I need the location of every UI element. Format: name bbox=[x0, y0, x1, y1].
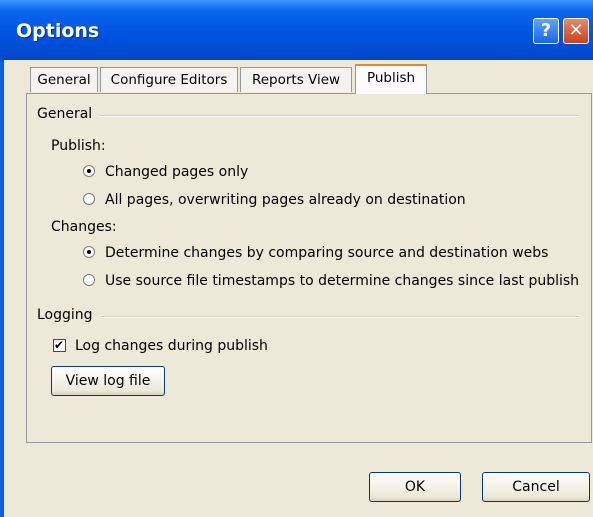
checkbox-checked-icon bbox=[53, 337, 66, 353]
publish-panel: General Publish: Changed pages only All … bbox=[26, 93, 592, 443]
radio-label: Use source file timestamps to determine … bbox=[105, 273, 580, 289]
ok-button[interactable]: OK bbox=[369, 472, 461, 502]
radio-compare-webs[interactable]: Determine changes by comparing source an… bbox=[83, 245, 548, 261]
view-log-file-button[interactable]: View log file bbox=[51, 366, 165, 396]
cancel-button[interactable]: Cancel bbox=[482, 472, 590, 502]
checkbox-label: Log changes during publish bbox=[75, 338, 268, 354]
title-bar[interactable]: Options ? ✕ bbox=[0, 0, 593, 60]
log-changes-checkbox[interactable]: Log changes during publish bbox=[53, 337, 268, 354]
general-group-divider bbox=[99, 115, 579, 117]
logging-group-divider bbox=[101, 316, 579, 318]
radio-selected-icon bbox=[83, 246, 95, 258]
tab-configure-editors[interactable]: Configure Editors bbox=[100, 67, 238, 92]
radio-label: All pages, overwriting pages already on … bbox=[105, 192, 466, 208]
general-group-title: General bbox=[37, 106, 93, 122]
radio-empty-icon bbox=[83, 193, 95, 205]
tab-publish[interactable]: Publish bbox=[355, 64, 427, 94]
tab-reports-view[interactable]: Reports View bbox=[240, 67, 352, 92]
options-dialog: Options ? ✕ General Configure Editors Re… bbox=[0, 0, 593, 517]
publish-label: Publish: bbox=[51, 138, 106, 154]
radio-all-pages[interactable]: All pages, overwriting pages already on … bbox=[83, 192, 466, 208]
logging-group-title: Logging bbox=[37, 307, 93, 323]
radio-empty-icon bbox=[83, 274, 95, 286]
changes-label: Changes: bbox=[51, 219, 117, 235]
close-button[interactable]: ✕ bbox=[563, 18, 589, 44]
radio-selected-icon bbox=[83, 165, 95, 177]
help-icon: ? bbox=[540, 20, 552, 41]
radio-use-timestamps[interactable]: Use source file timestamps to determine … bbox=[83, 273, 579, 289]
help-button[interactable]: ? bbox=[533, 18, 559, 44]
radio-label: Determine changes by comparing source an… bbox=[105, 245, 549, 261]
radio-label: Changed pages only bbox=[105, 164, 249, 180]
window-title: Options bbox=[16, 20, 100, 42]
tab-general[interactable]: General bbox=[30, 67, 98, 92]
close-icon: ✕ bbox=[568, 20, 584, 41]
radio-changed-pages-only[interactable]: Changed pages only bbox=[83, 164, 248, 180]
